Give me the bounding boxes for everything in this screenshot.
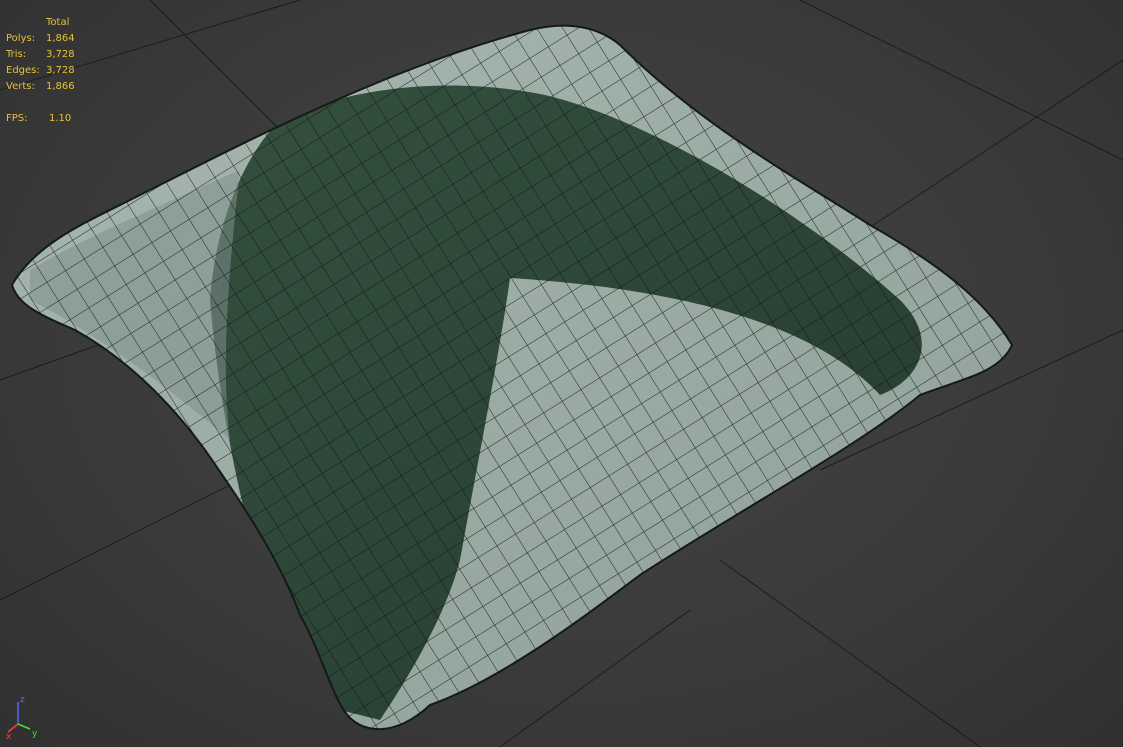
stats-row-fps: FPS: 1.10 xyxy=(6,111,89,127)
stats-total-label: Total xyxy=(46,17,70,28)
stats-row-tris: Tris: 3,728 xyxy=(6,47,89,63)
stat-value: 3,728 xyxy=(46,49,75,60)
stat-label: Edges: xyxy=(6,65,40,76)
z-axis-label: z xyxy=(20,695,25,705)
pillow-mesh[interactable] xyxy=(0,0,1123,747)
stats-total-header: Total xyxy=(6,15,89,31)
stat-value: 1,866 xyxy=(46,81,75,92)
axis-gizmo-icon: z x y xyxy=(6,695,38,740)
y-axis-label: y xyxy=(32,729,38,739)
stat-label: Tris: xyxy=(6,49,27,60)
viewport-statistics: Total Polys: 1,864 Tris: 3,728 Edges: 3,… xyxy=(6,15,89,127)
stat-value: 3,728 xyxy=(46,65,75,76)
fps-value: 1.10 xyxy=(49,113,72,124)
stat-label: Verts: xyxy=(6,81,35,92)
y-axis-line xyxy=(17,723,31,730)
fps-label: FPS: xyxy=(6,113,28,124)
x-axis-line xyxy=(7,723,19,733)
viewport-scene[interactable] xyxy=(0,0,1123,747)
stat-label: Polys: xyxy=(6,33,36,44)
stats-row-edges: Edges: 3,728 xyxy=(6,63,89,79)
3d-viewport[interactable]: Total Polys: 1,864 Tris: 3,728 Edges: 3,… xyxy=(0,0,1123,747)
stats-row-polys: Polys: 1,864 xyxy=(6,31,89,47)
stats-row-verts: Verts: 1,866 xyxy=(6,79,89,95)
x-axis-label: x xyxy=(6,732,12,740)
stat-value: 1,864 xyxy=(46,33,75,44)
